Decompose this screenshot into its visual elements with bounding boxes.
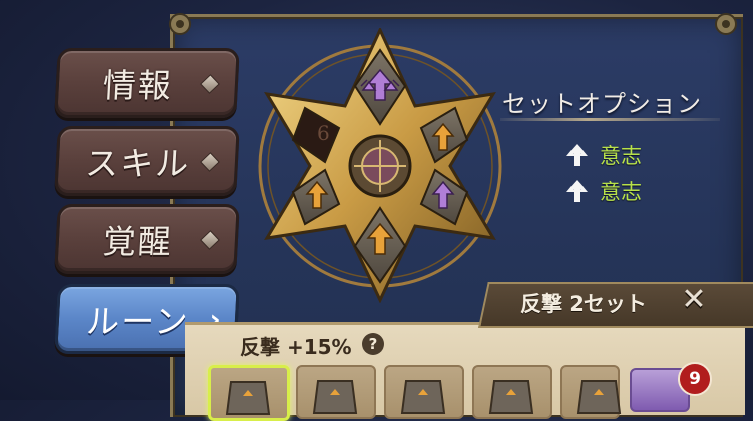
rune-inventory-item[interactable] xyxy=(296,365,376,419)
set-option-item: 意志 xyxy=(562,140,642,170)
tab-skill[interactable]: スキル xyxy=(54,126,240,196)
rune-inventory-item[interactable] xyxy=(560,365,622,419)
empty-slot-number: 6 xyxy=(317,121,330,145)
tab-skill-label: スキル xyxy=(84,144,192,183)
set-option-title: セットオプション xyxy=(502,90,702,118)
set-option-label: 意志 xyxy=(600,180,642,204)
diamond-icon xyxy=(200,230,220,250)
rune-inventory-item[interactable] xyxy=(208,365,290,421)
set-detail-title: 反撃 2セット xyxy=(520,292,647,316)
tab-info[interactable]: 情報 xyxy=(54,48,240,118)
tab-info-label: 情報 xyxy=(101,66,174,105)
panel-corner-ornament xyxy=(165,9,195,39)
count-badge: 9 xyxy=(678,362,712,396)
rune-star-board: 6 xyxy=(255,26,505,304)
will-rune-icon xyxy=(566,180,588,202)
diamond-icon xyxy=(200,74,220,94)
close-button[interactable]: ✕ xyxy=(678,284,710,316)
set-option-label: 意志 xyxy=(600,144,642,168)
diamond-icon xyxy=(200,152,220,172)
divider xyxy=(500,118,720,121)
tab-awaken-label: 覚醒 xyxy=(101,222,174,261)
set-effect-text: 反撃 +15% xyxy=(240,335,352,359)
tab-awaken[interactable]: 覚醒 xyxy=(54,204,240,274)
rune-inventory-item[interactable] xyxy=(472,365,552,419)
rune-inventory-item[interactable] xyxy=(384,365,464,419)
tab-rune-label: ルーン xyxy=(85,302,191,341)
help-button[interactable]: ? xyxy=(362,333,384,355)
will-rune-icon xyxy=(566,144,588,166)
set-option-item: 意志 xyxy=(562,176,642,206)
panel-corner-ornament xyxy=(711,9,741,39)
